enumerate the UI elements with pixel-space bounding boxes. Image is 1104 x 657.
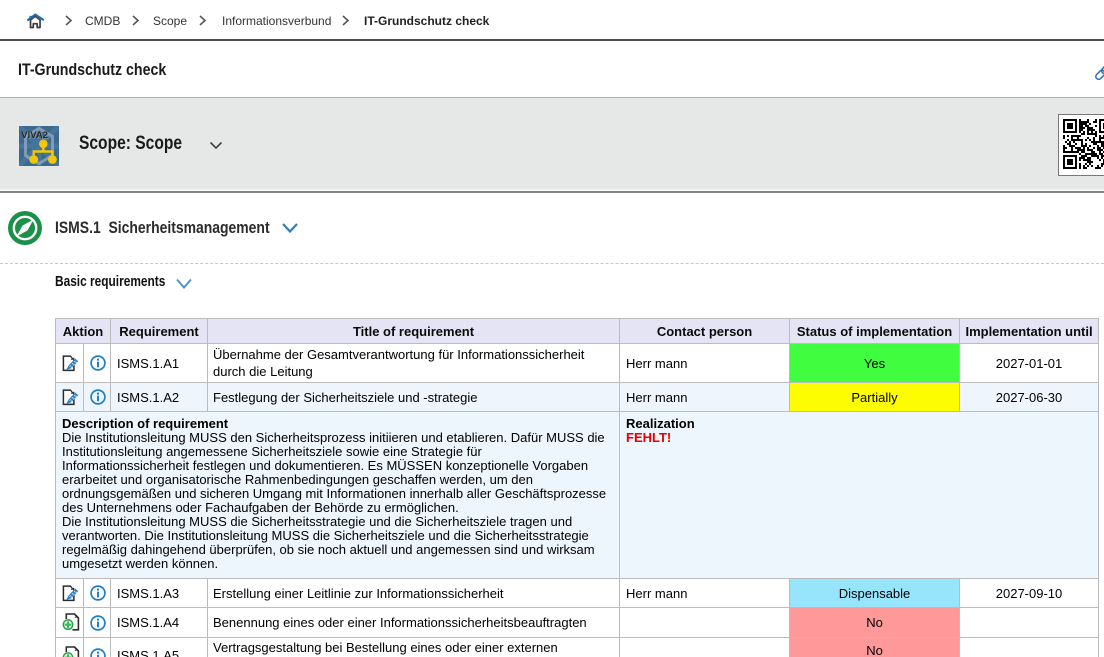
svg-text:VIVA2: VIVA2 bbox=[21, 130, 48, 141]
